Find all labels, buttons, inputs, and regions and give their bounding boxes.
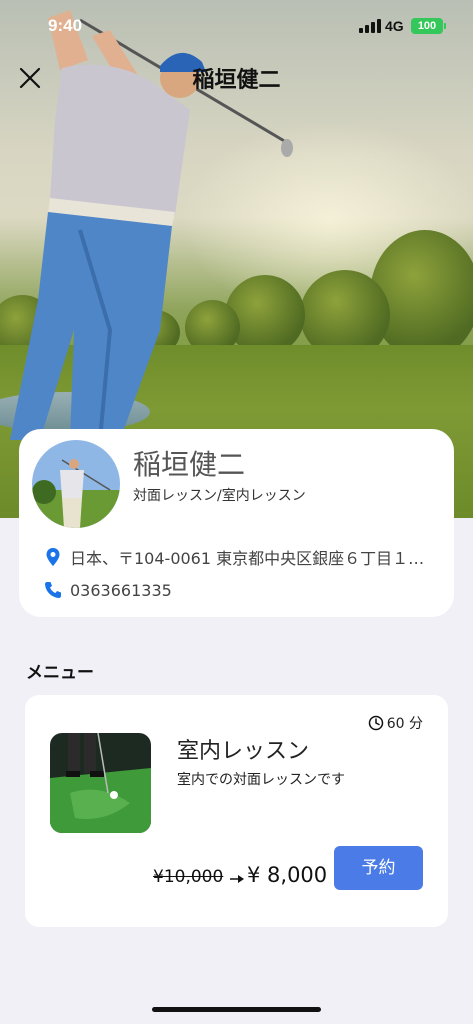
avatar: [32, 440, 120, 528]
location-pin-icon: [46, 548, 60, 566]
coach-profile-card: 稲垣健二 対面レッスン/室内レッスン 日本、〒104-0061 東京都中央区銀座…: [19, 429, 454, 617]
network-type: 4G: [385, 18, 404, 34]
menu-item-card[interactable]: 60 分 室内レッスン 室内での対面レッスンです ¥10,000 ¥ 8,000…: [25, 695, 448, 927]
phone-number: 0363661335: [70, 580, 172, 600]
coach-name: 稲垣健二: [133, 448, 246, 481]
original-price: ¥10,000: [153, 867, 224, 887]
home-indicator: [152, 1007, 321, 1012]
status-bar: 9:40 4G 100: [0, 0, 473, 52]
battery-indicator: 100: [411, 18, 446, 34]
address-text: 日本、〒104-0061 東京都中央区銀座６丁目１３−１６ 銀座Wallビル: [70, 549, 438, 568]
reserve-button[interactable]: 予約: [334, 846, 423, 890]
duration: 60 分: [368, 713, 423, 733]
menu-item-description: 室内での対面レッスンです: [177, 772, 345, 788]
duration-text: 60 分: [386, 716, 423, 732]
status-time: 9:40: [48, 16, 83, 35]
discounted-price: ¥ 8,000: [247, 863, 328, 887]
page-title: 稲垣健二: [192, 68, 281, 93]
menu-thumbnail: [50, 733, 151, 833]
menu-section-title: メニュー: [26, 663, 94, 683]
address-row[interactable]: 日本、〒104-0061 東京都中央区銀座６丁目１３−１６ 銀座Wallビル: [43, 545, 438, 569]
phone-icon: [45, 582, 61, 598]
menu-item-title: 室内レッスン: [177, 739, 310, 764]
lesson-types: 対面レッスン/室内レッスン: [133, 488, 306, 504]
signal-icon: [359, 19, 381, 33]
phone-row[interactable]: 0363661335: [43, 580, 172, 600]
arrow-right-icon: [230, 875, 244, 883]
clock-icon: [368, 715, 383, 731]
